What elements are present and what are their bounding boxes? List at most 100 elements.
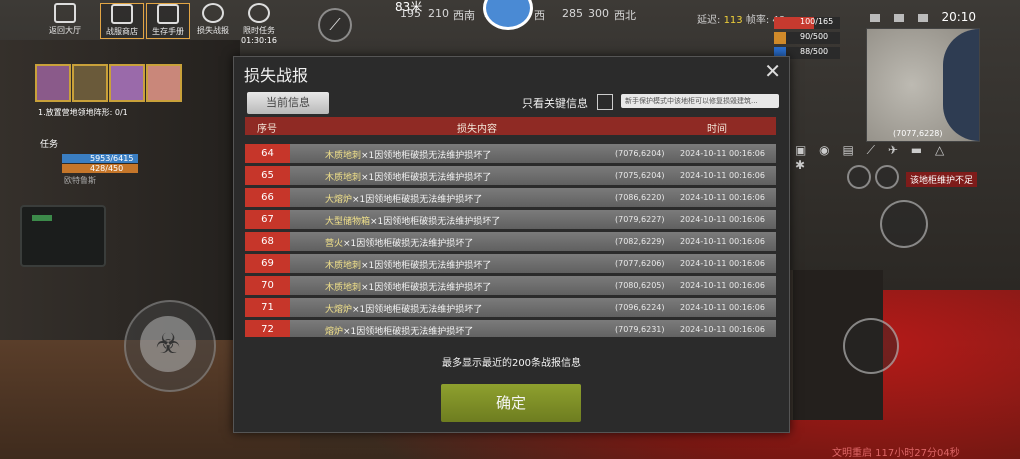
loss-report-label: 损失战报 <box>197 26 229 35</box>
compass-mark: 285 <box>562 7 583 20</box>
plane-icon[interactable]: ✈ <box>888 143 898 157</box>
compass-mark: 西北 <box>614 9 636 22</box>
row-message: ×1因领地柜破损无法维护损坏了 <box>361 261 492 271</box>
row-content: 木质地刺×1因领地柜破损无法维护损坏了 <box>325 170 491 183</box>
row-time: 2024-10-11 00:16:06 <box>680 215 765 224</box>
row-num: 70 <box>245 276 290 295</box>
compass-mark: 西南 <box>453 9 475 22</box>
header-num: 序号 <box>257 124 277 135</box>
close-icon[interactable]: ✕ <box>764 59 781 83</box>
row-message: ×1因领地柜破损无法维护损坏了 <box>343 239 474 249</box>
compass-mark: 210 <box>428 7 449 20</box>
table-row: 65 木质地刺×1因领地柜破损无法维护损坏了 (7075,6204) 2024-10-… <box>245 166 776 185</box>
row-num: 71 <box>245 298 290 317</box>
shop-label: 战服商店 <box>106 27 138 36</box>
row-position: (7079,6231) <box>615 325 665 334</box>
latency-label: 延迟: <box>697 15 721 26</box>
loss-report-dialog: 损失战报 ✕ 当前信息 只看关键信息 新手保护模式中该地柜可以修复损毁建筑...… <box>233 56 790 433</box>
fire-button[interactable] <box>843 318 899 374</box>
mask-icon[interactable]: ◉ <box>819 143 829 157</box>
quest-text[interactable]: 1.放置营地领地阵形: 0/1 <box>38 107 128 118</box>
table-row: 64 木质地刺×1因领地柜破损无法维护损坏了 (7076,6204) 2024-10-… <box>245 144 776 163</box>
header-time: 时间 <box>707 124 727 135</box>
row-time: 2024-10-11 00:16:06 <box>680 281 765 290</box>
loss-report-button[interactable]: 损失战报 <box>192 3 234 37</box>
tank-icon[interactable]: ▬ <box>911 143 922 157</box>
row-content: 大型储物箱×1因领地柜破损无法维护损坏了 <box>325 214 500 227</box>
row-message: ×1因领地柜破损无法维护损坏了 <box>343 327 474 337</box>
row-time: 2024-10-11 00:16:06 <box>680 193 765 202</box>
team-avatars <box>35 64 183 102</box>
row-message: ×1因领地柜破损无法维护损坏了 <box>361 173 492 183</box>
timed-task-button[interactable]: 限时任务 01:30:16 <box>238 3 280 45</box>
row-item: 木质地刺 <box>325 261 362 271</box>
lobby-button[interactable]: 返回大厅 <box>44 3 86 37</box>
row-position: (7082,6229) <box>615 237 665 246</box>
timed-task-label: 限时任务 <box>243 26 275 35</box>
jump-button[interactable] <box>880 200 928 248</box>
network-stats: 延迟: 113 帧率: 48 <box>697 11 785 26</box>
bell-icon <box>893 13 904 22</box>
move-joystick[interactable]: ☣ <box>124 300 216 392</box>
home-icon <box>54 3 76 23</box>
row-content: 木质地刺×1因领地柜破损无法维护损坏了 <box>325 280 491 293</box>
row-position: (7079,6227) <box>615 215 665 224</box>
row-message: ×1因领地柜破损无法维护损坏了 <box>370 217 501 227</box>
row-position: (7080,6205) <box>615 281 665 290</box>
food-text: 90/500 <box>800 32 829 41</box>
key-only-checkbox[interactable] <box>597 94 613 110</box>
header-content: 损失内容 <box>457 124 497 135</box>
avatar[interactable] <box>72 64 108 102</box>
manual-button[interactable]: 生存手册 <box>146 3 190 39</box>
avatar[interactable] <box>109 64 145 102</box>
eye-icon <box>917 13 928 22</box>
crossed-swords-icon <box>202 3 224 23</box>
table-row: 68 营火×1因领地柜破损无法维护损坏了 (7082,6229) 2024-10-11… <box>245 232 776 251</box>
recycle-button[interactable] <box>847 165 871 189</box>
table-row: 67 大型储物箱×1因领地柜破损无法维护损坏了 (7079,6227) 2024-10… <box>245 210 776 229</box>
row-position: (7077,6206) <box>615 259 665 268</box>
task-ep-bar: 428/450 <box>62 164 138 173</box>
stopwatch-icon <box>248 3 270 23</box>
row-num: 67 <box>245 210 290 229</box>
minimap[interactable]: (7077,6228) <box>866 28 980 142</box>
compass-mark: 195 <box>400 7 421 20</box>
knife-button[interactable]: ⟋ <box>318 8 352 42</box>
avatar[interactable] <box>35 64 71 102</box>
alert-icon[interactable]: △ <box>935 143 944 157</box>
row-position: (7086,6220) <box>615 193 665 202</box>
cabinet-warning: 该地柜维护不足 <box>906 172 978 187</box>
camera-icon[interactable]: ▣ <box>795 143 806 157</box>
row-message: ×1因领地柜破损无法维护损坏了 <box>361 151 492 161</box>
table-row: 71 大熔炉×1因领地柜破损无法维护损坏了 (7096,6224) 2024-10-1… <box>245 298 776 317</box>
row-item: 大型储物箱 <box>325 217 371 227</box>
task-hp-bar: 5953/6415 <box>62 154 138 163</box>
compass-mark: 300 <box>588 7 609 20</box>
backpack-icon[interactable]: ▤ <box>842 143 853 157</box>
minimap-water <box>943 29 979 141</box>
limit-note: 最多显示最近的200条战报信息 <box>441 358 582 369</box>
shop-button[interactable]: 战服商店 <box>100 3 144 39</box>
health-bar: 100/165 <box>774 17 840 29</box>
fps-label: 帧率: <box>745 15 770 26</box>
confirm-button[interactable]: 确定 <box>441 384 581 422</box>
manual-label: 生存手册 <box>152 27 184 36</box>
locate-button[interactable] <box>875 165 899 189</box>
row-num: 66 <box>245 188 290 207</box>
wrench-icon[interactable]: ⟋ <box>867 143 875 157</box>
gear-icon[interactable]: ✱ <box>795 158 805 172</box>
table-row: 72 熔炉×1因领地柜破损无法维护损坏了 (7079,6231) 2024-10-11… <box>245 320 776 337</box>
row-position: (7096,6224) <box>615 303 665 312</box>
row-message: ×1因领地柜破损无法维护损坏了 <box>352 195 483 205</box>
row-time: 2024-10-11 00:16:06 <box>680 259 765 268</box>
compass-mark: 西 <box>534 9 545 22</box>
avatar[interactable] <box>146 64 182 102</box>
row-position: (7076,6204) <box>615 149 665 158</box>
row-time: 2024-10-11 00:16:06 <box>680 149 765 158</box>
row-time: 2024-10-11 00:16:06 <box>680 237 765 246</box>
status-row: 20:10 <box>870 10 976 24</box>
row-content: 大熔炉×1因领地柜破损无法维护损坏了 <box>325 302 482 315</box>
tab-current-info[interactable]: 当前信息 <box>247 92 329 114</box>
task-name: 欧特鲁斯 <box>64 176 96 185</box>
table-row: 70 木质地刺×1因领地柜破损无法维护损坏了 (7080,6205) 2024-10-… <box>245 276 776 295</box>
